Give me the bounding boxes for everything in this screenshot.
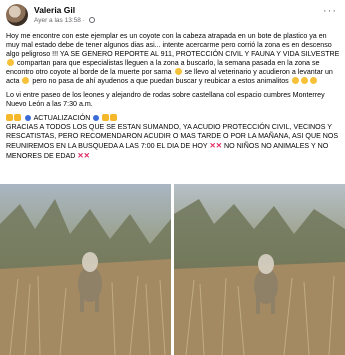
red-x-icon: ✕✕ [77, 151, 90, 161]
clap-emoji-icon [110, 113, 118, 121]
globe-emoji-icon [93, 114, 100, 121]
post-body: Hoy me encontre con este ejemplar es un … [6, 32, 340, 166]
red-x-icon: ✕✕ [209, 141, 223, 151]
post-paragraph-1: Hoy me encontre con este ejemplar es un … [6, 32, 340, 87]
paragraph-text: Hoy me encontre con este ejemplar es un … [6, 32, 340, 59]
globe-icon [88, 17, 95, 23]
clap-emoji-icon [6, 113, 13, 121]
clap-emoji-icon [14, 113, 21, 121]
post-photo-right[interactable] [174, 184, 345, 355]
sad-face-emoji-icon [174, 68, 182, 76]
coyote-photo-right [174, 184, 345, 355]
crying-emoji-icon [300, 77, 308, 85]
crying-emoji-icon [309, 77, 317, 85]
globe-emoji-icon [24, 114, 31, 121]
timestamp-text[interactable]: Ayer a las 13:58 [34, 17, 81, 24]
sad-face-emoji-icon [22, 77, 30, 85]
author-name[interactable]: Valeria Gil [34, 5, 75, 15]
praying-emoji-icon [7, 59, 14, 67]
crying-emoji-icon [291, 77, 299, 85]
coyote-photo-left [0, 184, 171, 355]
update-label: ACTUALIZACIÓN [33, 113, 91, 122]
post-timestamp[interactable]: Ayer a las 13:58 · [34, 17, 95, 24]
post-paragraph-2: Lo vi entre paseo de los leones y alejan… [6, 91, 325, 109]
paragraph-text: pero no pasa de ahí ayudenos a que pueda… [32, 77, 289, 86]
more-options-button[interactable]: ··· [323, 5, 337, 17]
post-header: Valeria Gil Ayer a las 13:58 · ··· [6, 3, 339, 29]
photo-grid [0, 184, 345, 355]
avatar[interactable] [6, 4, 28, 26]
post-paragraph-3: ACTUALIZACIÓN GRACIAS A TODOS LOS QUE SE… [6, 113, 340, 161]
clap-emoji-icon [102, 113, 110, 121]
post-photo-left[interactable] [0, 184, 171, 355]
